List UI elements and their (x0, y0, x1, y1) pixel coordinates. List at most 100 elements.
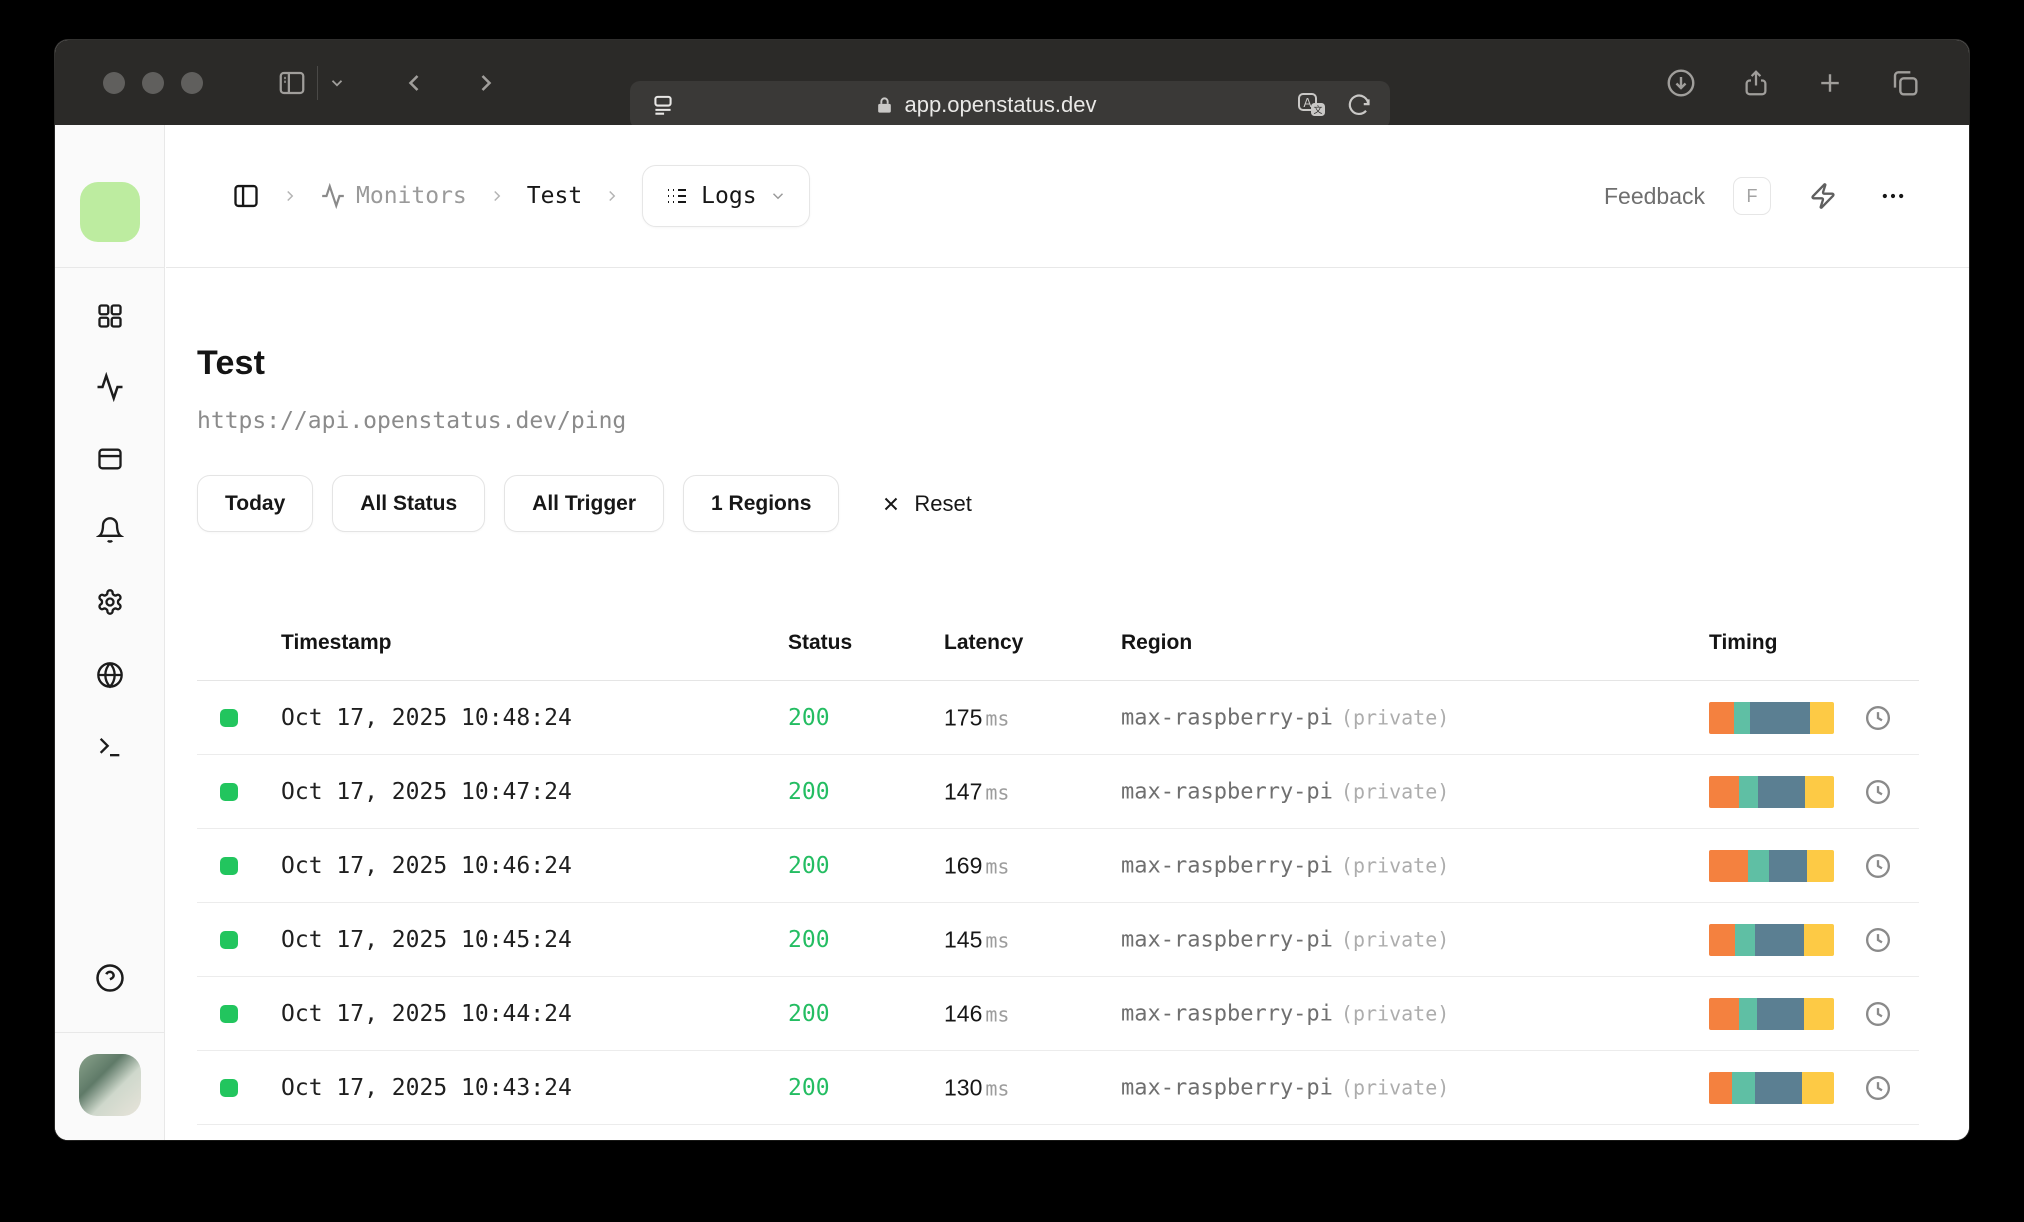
log-row[interactable]: Oct 17, 2025 10:46:24 200 169 ms max-raspber… (197, 829, 1919, 903)
sidebar-item-cli[interactable] (96, 733, 124, 761)
timing-dns-segment (1709, 701, 1734, 734)
region-visibility-note: (private) (1340, 779, 1450, 803)
latency-cell: 146 ms (944, 1000, 1009, 1027)
view-selector-label: Logs (701, 183, 757, 209)
column-region: Region (1121, 630, 1193, 654)
timestamp-cell: Oct 17, 2025 10:45:24 (281, 926, 572, 953)
address-bar[interactable]: app.openstatus.dev A文 (630, 81, 1390, 129)
back-button[interactable] (400, 69, 428, 97)
clock-icon[interactable] (1864, 926, 1892, 954)
log-row[interactable]: Oct 17, 2025 10:47:24 200 147 ms max-raspber… (197, 755, 1919, 829)
column-timing: Timing (1709, 630, 1778, 654)
svg-text:文: 文 (1313, 104, 1322, 116)
region-cell: max-raspberry-pi (private) (1121, 853, 1449, 878)
latency-cell: 169 ms (944, 852, 1009, 879)
log-row[interactable]: Oct 17, 2025 10:43:24 200 130 ms max-raspber… (197, 1051, 1919, 1125)
filter-date-button[interactable]: Today (197, 475, 314, 532)
table-header-row: Timestamp Status Latency Region Timing (197, 605, 1919, 681)
url-text[interactable]: app.openstatus.dev (904, 92, 1096, 118)
translate-icon[interactable]: A文 (1296, 91, 1330, 119)
timing-connect-segment (1739, 997, 1757, 1030)
timing-transfer-segment (1804, 997, 1834, 1030)
reload-icon[interactable] (1346, 92, 1372, 118)
sidebar-item-monitors[interactable] (95, 372, 125, 402)
new-tab-button[interactable] (1815, 68, 1845, 98)
sidebar-rail (55, 125, 165, 1140)
latency-unit: ms (985, 854, 1010, 878)
timing-dns-segment (1709, 1071, 1732, 1104)
latency-cell: 175 ms (944, 704, 1009, 731)
reset-filters-button[interactable]: Reset (880, 491, 972, 517)
latency-cell: 147 ms (944, 778, 1009, 805)
region-name: max-raspberry-pi (1121, 1075, 1333, 1100)
close-icon (885, 497, 898, 510)
share-button[interactable] (1741, 67, 1771, 99)
clock-icon[interactable] (1864, 778, 1892, 806)
close-window-button[interactable] (103, 71, 125, 94)
latency-value: 130 (944, 1074, 983, 1100)
monitor-endpoint-url: https://api.openstatus.dev/ping (197, 408, 627, 434)
log-row[interactable]: Oct 17, 2025 10:48:24 200 175 ms max-raspber… (197, 681, 1919, 755)
log-row[interactable]: Oct 17, 2025 10:44:24 200 146 ms max-raspber… (197, 977, 1919, 1051)
status-ok-indicator (220, 708, 238, 727)
latency-cell: 145 ms (944, 926, 1009, 953)
command-zap-button[interactable] (1809, 182, 1837, 210)
log-row[interactable]: Oct 17, 2025 10:45:24 200 145 ms max-raspber… (197, 903, 1919, 977)
view-selector-logs[interactable]: Logs (642, 165, 810, 227)
chevron-right-icon (281, 187, 299, 205)
chevron-right-icon (488, 187, 506, 205)
filter-status-button[interactable]: All Status (332, 475, 486, 532)
timing-ttfb-segment (1755, 1071, 1802, 1104)
clock-icon[interactable] (1864, 1000, 1892, 1028)
region-visibility-note: (private) (1340, 1001, 1450, 1025)
timing-bar[interactable] (1709, 923, 1834, 956)
sidebar-item-settings[interactable] (96, 588, 124, 616)
status-ok-indicator (220, 856, 238, 875)
panel-toggle-icon[interactable] (232, 182, 260, 210)
sidebar-item-status-pages[interactable] (96, 445, 124, 473)
clock-icon[interactable] (1864, 1074, 1892, 1102)
timestamp-cell: Oct 17, 2025 10:44:24 (281, 1000, 572, 1027)
user-avatar[interactable] (79, 1054, 141, 1116)
latency-unit: ms (985, 706, 1010, 730)
more-options-button[interactable] (1879, 182, 1907, 210)
feedback-button[interactable]: Feedback (1604, 183, 1705, 210)
timing-bar[interactable] (1709, 701, 1834, 734)
breadcrumb-monitors[interactable]: Monitors (320, 183, 467, 209)
minimize-window-button[interactable] (142, 71, 164, 94)
timing-ttfb-segment (1750, 701, 1811, 734)
breadcrumb-monitor-name[interactable]: Test (527, 183, 582, 209)
latency-unit: ms (985, 1076, 1010, 1100)
sidebar-chevron-down-icon[interactable] (328, 74, 346, 92)
region-name: max-raspberry-pi (1121, 1001, 1333, 1026)
zoom-window-button[interactable] (181, 71, 203, 94)
workspace-logo[interactable] (80, 182, 140, 242)
tab-overview-button[interactable] (1889, 67, 1921, 99)
timing-bar[interactable] (1709, 1071, 1834, 1104)
lock-icon (875, 96, 894, 115)
timing-bar[interactable] (1709, 849, 1834, 882)
clock-icon[interactable] (1864, 704, 1892, 732)
browser-toolbar: app.openstatus.dev A文 (55, 40, 1969, 129)
sidebar-item-dashboard[interactable] (96, 302, 124, 330)
timing-ttfb-segment (1769, 849, 1807, 882)
sidebar-item-global[interactable] (96, 661, 124, 689)
timing-transfer-segment (1801, 1071, 1834, 1104)
filter-trigger-button[interactable]: All Trigger (504, 475, 665, 532)
filter-regions-button[interactable]: 1 Regions (683, 475, 840, 532)
forward-button[interactable] (472, 69, 500, 97)
help-button[interactable] (95, 963, 125, 993)
latency-value: 146 (944, 1000, 983, 1026)
page-format-icon[interactable] (650, 92, 676, 118)
column-latency: Latency (944, 630, 1024, 654)
sidebar-toggle-icon[interactable] (277, 68, 307, 98)
timing-bar[interactable] (1709, 997, 1834, 1030)
timing-bar[interactable] (1709, 775, 1834, 808)
column-status: Status (788, 630, 853, 654)
feedback-shortcut-badge: F (1733, 177, 1771, 215)
clock-icon[interactable] (1864, 852, 1892, 880)
timing-connect-segment (1731, 1071, 1756, 1104)
downloads-button[interactable] (1665, 67, 1697, 99)
status-code-cell: 200 (788, 852, 830, 879)
sidebar-item-notifications[interactable] (95, 516, 124, 544)
